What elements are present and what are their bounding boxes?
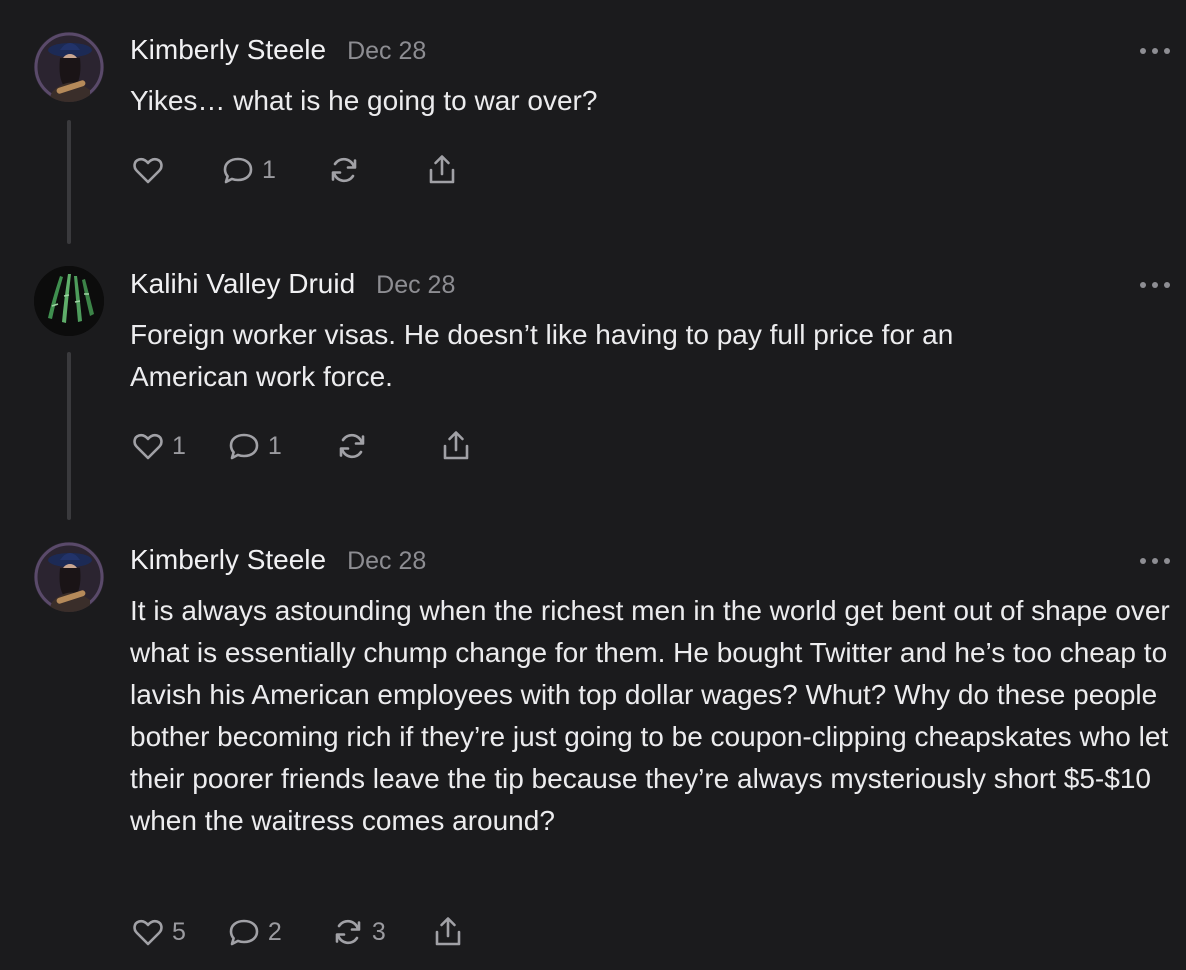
heart-icon [133, 919, 163, 946]
comment-bubble-icon [229, 433, 259, 460]
avatar[interactable] [34, 32, 104, 102]
more-options-icon[interactable] [1140, 278, 1170, 292]
thread-line [67, 120, 71, 244]
heart-icon [133, 433, 163, 460]
like-count: 1 [172, 431, 186, 460]
restack-arrows-icon [335, 919, 361, 945]
comment-actions: 5 2 3 [130, 914, 466, 950]
comment-date[interactable]: Dec 28 [376, 271, 455, 300]
reply-count: 1 [267, 431, 282, 460]
reply-count: 1 [262, 155, 276, 184]
reply-button[interactable]: 1 [226, 428, 282, 464]
avatar[interactable] [34, 266, 104, 336]
comment-bubble-icon [229, 919, 259, 946]
like-count: 5 [172, 917, 186, 946]
author-name[interactable]: Kalihi Valley Druid [130, 268, 355, 300]
share-button[interactable] [438, 428, 474, 464]
comment-actions: 1 [130, 152, 460, 188]
reply-button[interactable]: 2 [226, 914, 282, 950]
comment-header: Kimberly Steele Dec 28 [130, 34, 426, 66]
avatar[interactable] [34, 542, 104, 612]
comment-text: It is always astounding when the richest… [130, 595, 1170, 836]
share-button[interactable] [424, 152, 460, 188]
author-name[interactable]: Kimberly Steele [130, 544, 326, 576]
restack-arrows-icon [331, 157, 357, 183]
heart-icon [133, 157, 163, 184]
comment-thread: Kimberly Steele Dec 28 Yikes… what is he… [0, 0, 1186, 970]
comment-text: Yikes… what is he going to war over? [130, 85, 598, 116]
share-upload-icon [443, 431, 469, 460]
like-button[interactable]: 5 [130, 914, 186, 950]
restack-arrows-icon [339, 433, 365, 459]
restack-count: 3 [371, 917, 386, 946]
author-name[interactable]: Kimberly Steele [130, 34, 326, 66]
comment-header: Kimberly Steele Dec 28 [130, 544, 426, 576]
comment-date[interactable]: Dec 28 [347, 37, 426, 66]
restack-button[interactable] [326, 152, 368, 188]
more-options-icon[interactable] [1140, 44, 1170, 58]
restack-button[interactable]: 3 [330, 914, 386, 950]
comment-bubble-icon [223, 157, 253, 184]
reply-button[interactable]: 1 [220, 152, 276, 188]
share-button[interactable] [430, 914, 466, 950]
comment-text: Foreign worker visas. He doesn’t like ha… [130, 319, 954, 392]
comment-date[interactable]: Dec 28 [347, 547, 426, 576]
like-button[interactable]: 1 [130, 428, 186, 464]
comment-actions: 1 1 [130, 428, 474, 464]
restack-button[interactable] [334, 428, 376, 464]
share-upload-icon [429, 155, 455, 184]
more-options-icon[interactable] [1140, 554, 1170, 568]
reply-count: 2 [267, 917, 282, 946]
share-upload-icon [435, 917, 461, 946]
like-button[interactable] [130, 152, 172, 188]
comment-header: Kalihi Valley Druid Dec 28 [130, 268, 455, 300]
thread-line [67, 352, 71, 520]
